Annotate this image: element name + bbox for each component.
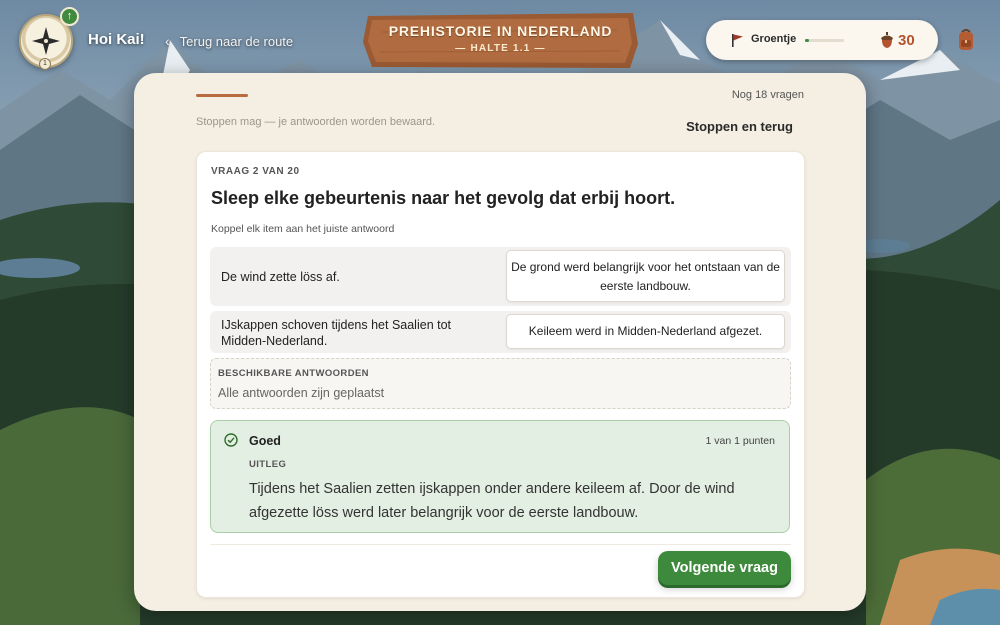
stop-and-back-button[interactable]: Stoppen en terug	[686, 119, 793, 134]
explanation-label: UITLEG	[249, 459, 287, 470]
match-pair: IJskappen schoven tijdens het Saalien to…	[210, 311, 791, 353]
placed-answer[interactable]: De grond werd belangrijk voor het ontsta…	[506, 250, 785, 302]
rank-label: Groentje	[751, 33, 797, 45]
explanation-text: Tijdens het Saalien zetten ijskappen ond…	[249, 481, 735, 521]
match-item: IJskappen schoven tijdens het Saalien to…	[221, 318, 452, 348]
player-stats: Groentje 30	[706, 20, 938, 60]
feedback-box: Goed 1 van 1 punten UITLEG Tijdens het S…	[210, 420, 790, 533]
match-pair: De wind zette löss af. De grond werd bel…	[210, 247, 791, 306]
placed-answer[interactable]: Keileem werd in Midden-Nederland afgezet…	[506, 314, 785, 349]
available-answers-status: Alle antwoorden zijn geplaatst	[218, 386, 385, 400]
feedback-status: Goed	[249, 434, 281, 448]
sign-subtitle: — HALTE 1.1 —	[455, 43, 546, 54]
divider	[210, 544, 791, 545]
backpack-icon[interactable]	[957, 28, 975, 52]
question-title: Sleep elke gebeurtenis naar het gevolg d…	[211, 188, 676, 208]
back-to-route-link[interactable]: ‹ Terug naar de route	[165, 33, 293, 49]
available-answers-dropzone[interactable]: BESCHIKBARE ANTWOORDEN Alle antwoorden z…	[210, 358, 791, 409]
feedback-score: 1 van 1 punten	[705, 435, 775, 447]
check-circle-icon	[224, 433, 238, 447]
level-up-badge: ↑	[60, 7, 79, 26]
stop-hint: Stoppen mag — je antwoorden worden bewaa…	[196, 116, 436, 128]
next-question-button[interactable]: Volgende vraag	[658, 551, 791, 585]
points-value: 30	[898, 32, 915, 49]
question-instruction: Koppel elk item aan het juiste antwoord	[211, 223, 395, 235]
greeting: Hoi Kai!	[88, 31, 145, 48]
rank-progress-bar	[805, 39, 844, 42]
sign-title: PREHISTORIE IN NEDERLAND	[388, 23, 613, 39]
quiz-panel: Nog 18 vragen Stoppen mag — je antwoorde…	[134, 73, 866, 611]
compass-level-dot: 1	[39, 58, 51, 70]
question-card: VRAAG 2 VAN 20 Sleep elke gebeurtenis na…	[196, 151, 805, 598]
flag-icon	[732, 34, 743, 47]
location-sign: PREHISTORIE IN NEDERLAND — HALTE 1.1 —	[362, 12, 639, 70]
questions-remaining: Nog 18 vragen	[731, 89, 804, 101]
acorn-icon	[881, 32, 893, 48]
back-to-route-label: Terug naar de route	[179, 33, 294, 49]
chevron-left-icon: ‹	[165, 33, 170, 49]
question-counter: VRAAG 2 VAN 20	[211, 166, 300, 177]
match-item: De wind zette löss af.	[221, 270, 340, 284]
quiz-progress-bar	[196, 94, 248, 97]
available-answers-label: BESCHIKBARE ANTWOORDEN	[218, 368, 369, 379]
